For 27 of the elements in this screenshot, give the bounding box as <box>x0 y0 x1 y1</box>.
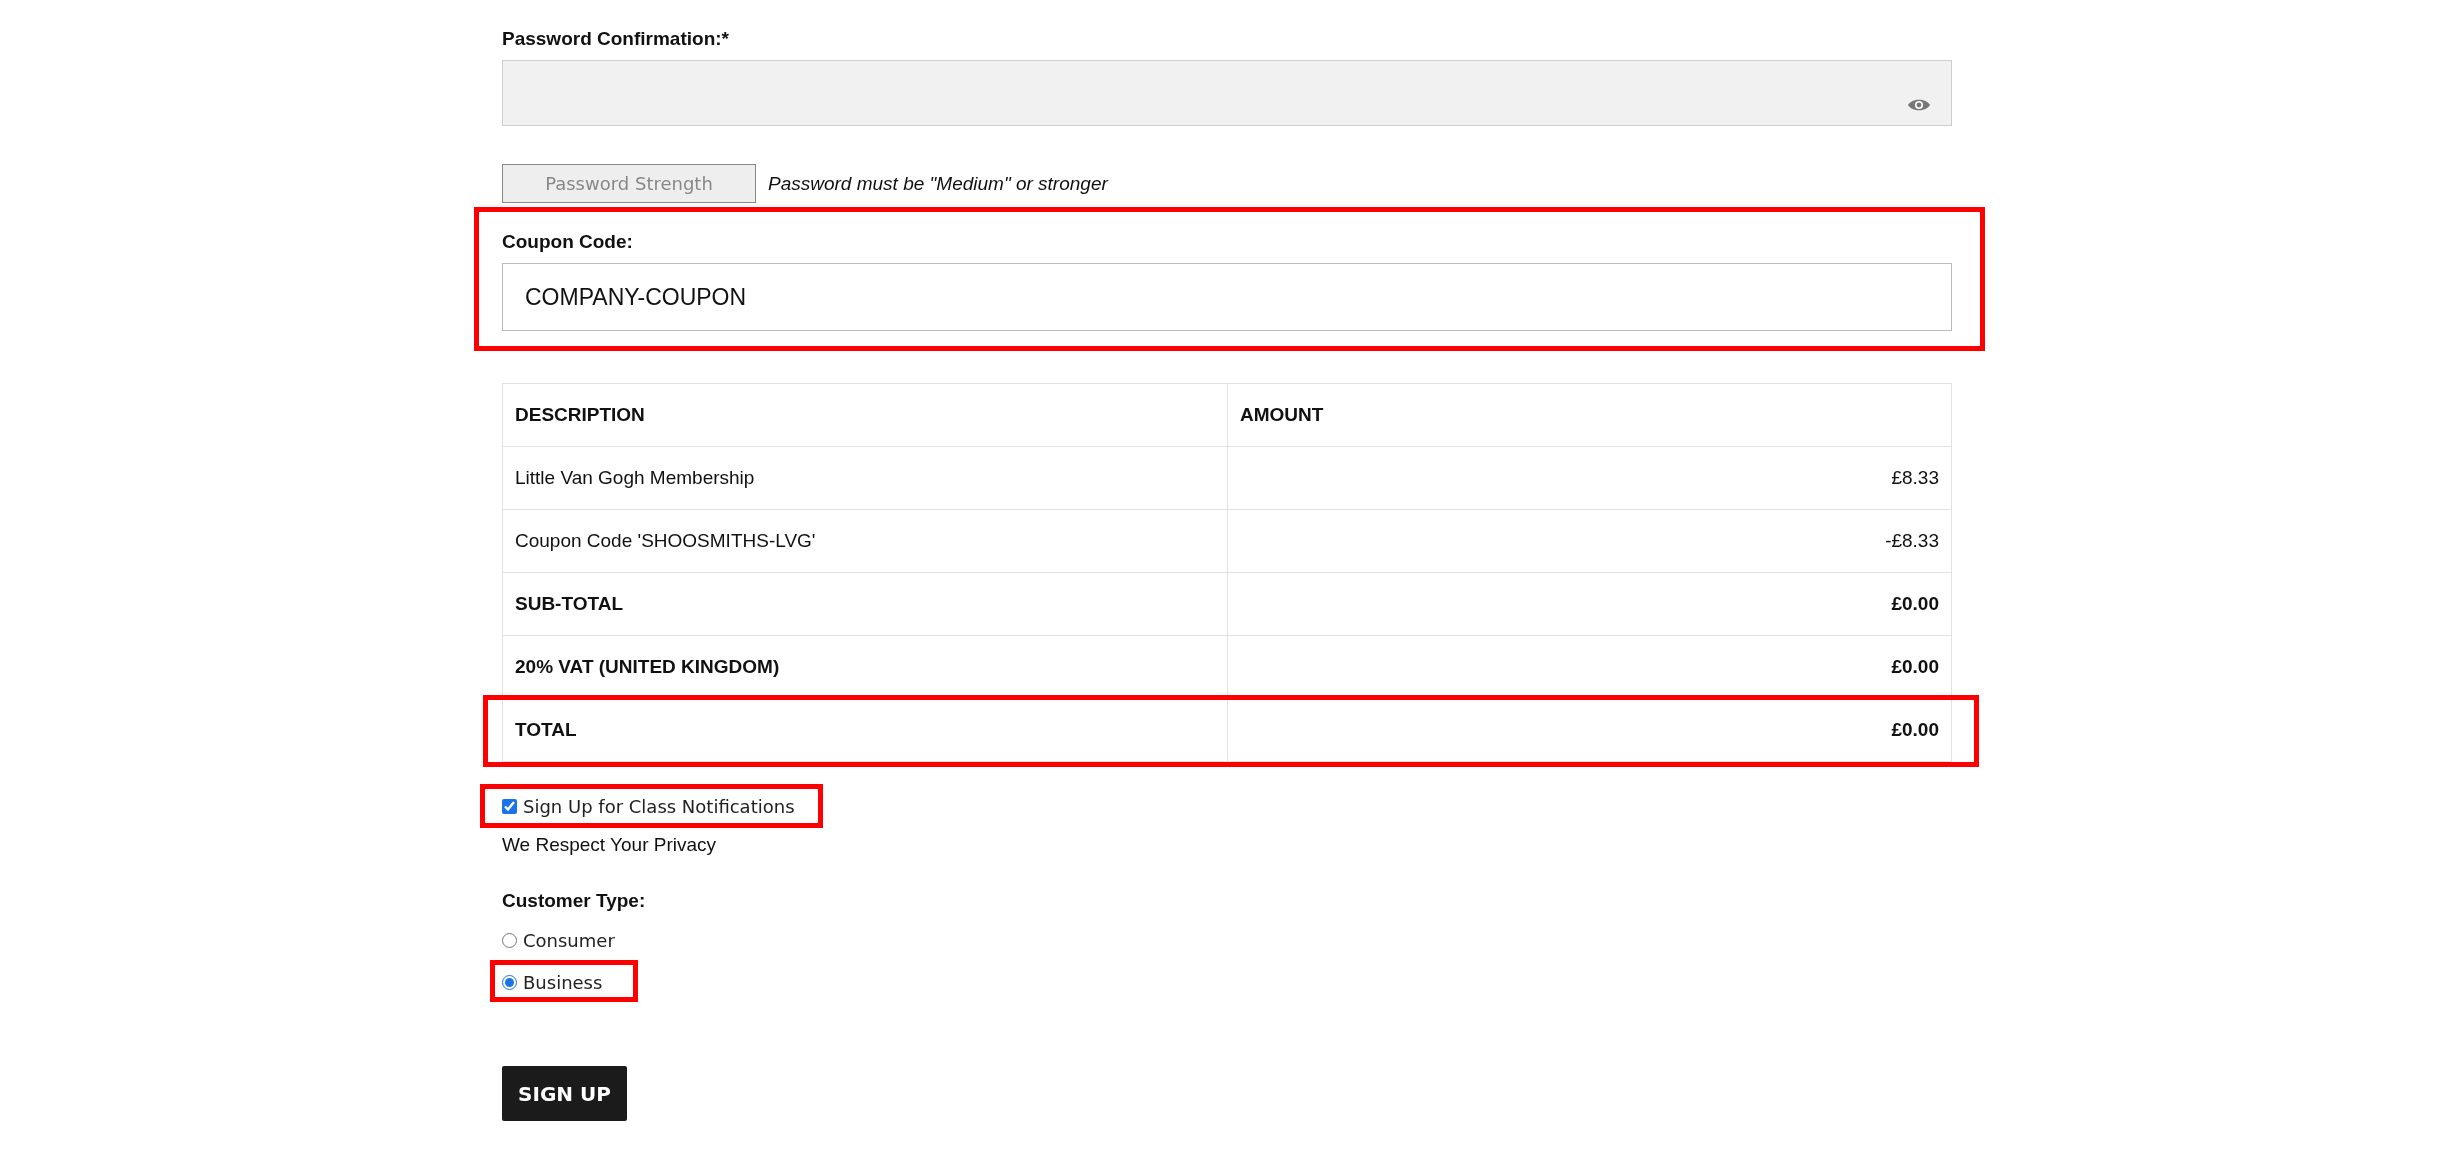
sign-up-button[interactable]: SIGN UP <box>502 1066 627 1121</box>
table-cell: £8.33 <box>1227 447 1951 509</box>
radio-button[interactable] <box>502 974 517 990</box>
table-cell-text: 20% VAT (UNITED KINGDOM) <box>514 655 781 679</box>
column-header: AMOUNT <box>1227 384 1951 446</box>
radio-label[interactable]: Business <box>523 971 603 993</box>
table-cell: £0.00 <box>1227 636 1951 698</box>
table-cell: -£8.33 <box>1227 510 1951 572</box>
table-cell-text: Coupon Code 'SHOOSMITHS-LVG' <box>514 529 817 553</box>
checkbox[interactable] <box>502 798 517 814</box>
table-cell-text: TOTAL <box>514 718 578 742</box>
field-label: Coupon Code: <box>502 231 634 253</box>
checkbox-label[interactable]: Sign Up for Class Notifications <box>523 795 795 817</box>
radio-label[interactable]: Consumer <box>523 929 615 951</box>
table-cell-text: SUB-TOTAL <box>514 592 624 616</box>
table-cell-text: Little Van Gogh Membership <box>514 466 756 490</box>
password-strength-meter: Password Strength <box>502 164 756 203</box>
field-label: Customer Type: <box>502 890 647 912</box>
table-cell: £0.00 <box>1227 699 1951 761</box>
coupon-field[interactable]: COMPANY-COUPON <box>502 263 1952 331</box>
table-cell: £0.00 <box>1227 573 1951 635</box>
privacy-note: We Respect Your Privacy <box>502 834 718 856</box>
password-hint: Password must be "Medium" or stronger <box>768 172 1108 195</box>
radio-button[interactable] <box>502 932 517 948</box>
column-header: DESCRIPTION <box>514 403 646 427</box>
field-label: Password Confirmation:* <box>502 27 730 50</box>
eye-icon[interactable] <box>1907 97 1931 113</box>
